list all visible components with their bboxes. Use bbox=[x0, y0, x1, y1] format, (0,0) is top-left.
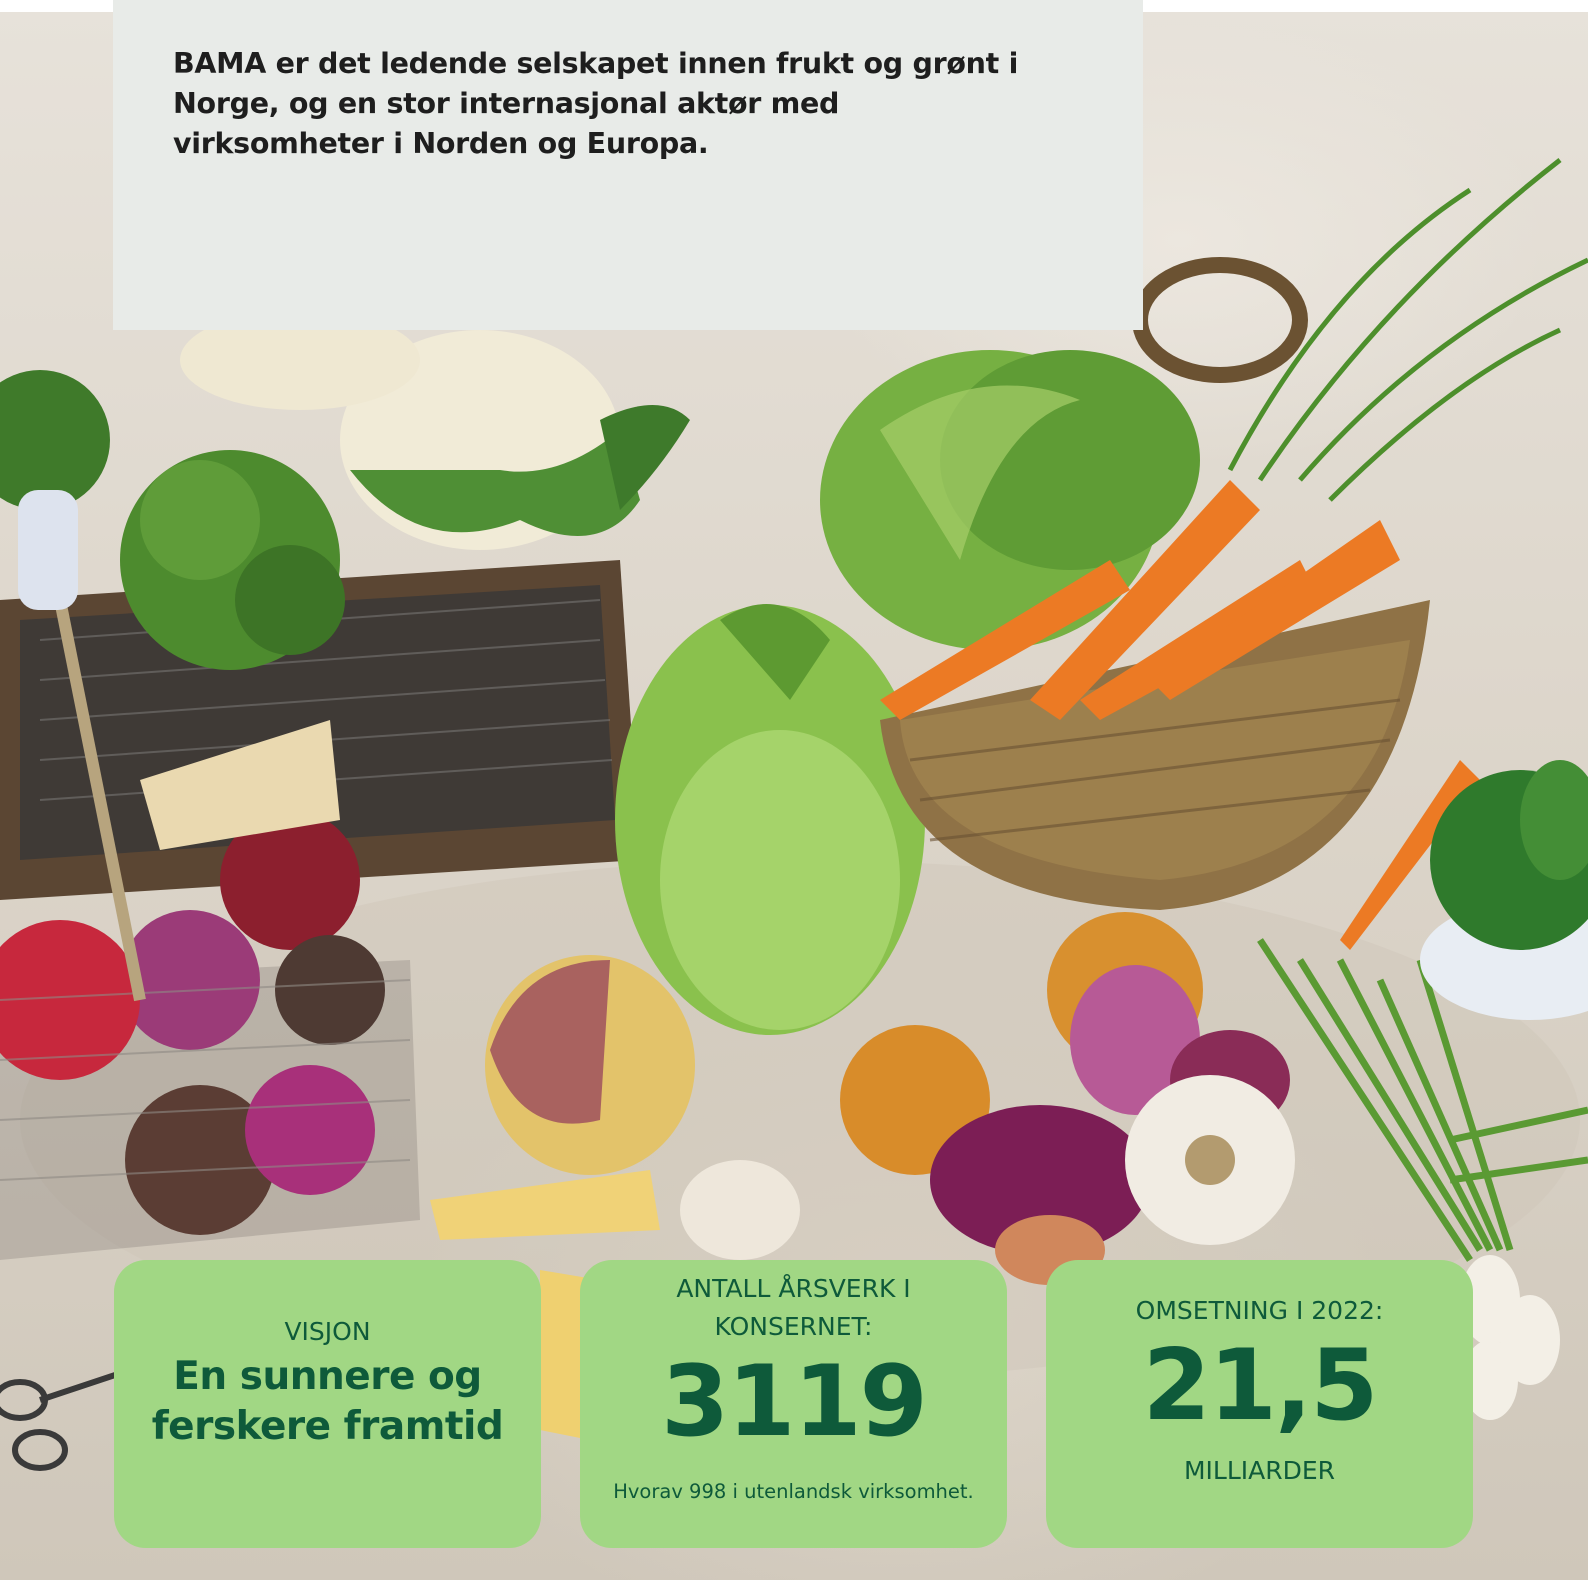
spring-onion-bulbs bbox=[1460, 1255, 1560, 1420]
revenue-card: OMSETNING I 2022: 21,5 MILLIARDER bbox=[1046, 1260, 1473, 1548]
revenue-label: OMSETNING I 2022: bbox=[1135, 1296, 1384, 1325]
vision-card: VISJON En sunnere og ferskere framtid bbox=[114, 1260, 541, 1548]
vision-headline: En sunnere og ferskere framtid bbox=[151, 1354, 504, 1449]
employees-label: ANTALL ÅRSVERK I KONSERNET: bbox=[676, 1274, 911, 1341]
scissors bbox=[0, 1367, 131, 1471]
employees-card: ANTALL ÅRSVERK I KONSERNET: 3119 Hvorav … bbox=[580, 1260, 1007, 1548]
revenue-unit: MILLIARDER bbox=[1183, 1456, 1336, 1485]
intro-panel: BAMA er det ledende selskapet innen fruk… bbox=[113, 0, 1143, 330]
employees-value: 3119 bbox=[661, 1345, 928, 1459]
revenue-value: 21,5 bbox=[1142, 1329, 1379, 1443]
intro-text: BAMA er det ledende selskapet innen fruk… bbox=[173, 47, 1019, 160]
vision-label: VISJON bbox=[284, 1317, 371, 1346]
pointed-cabbage bbox=[615, 604, 925, 1035]
employees-note: Hvorav 998 i utenlandsk virksomhet. bbox=[613, 1480, 974, 1503]
carrot-greens bbox=[1227, 158, 1588, 502]
